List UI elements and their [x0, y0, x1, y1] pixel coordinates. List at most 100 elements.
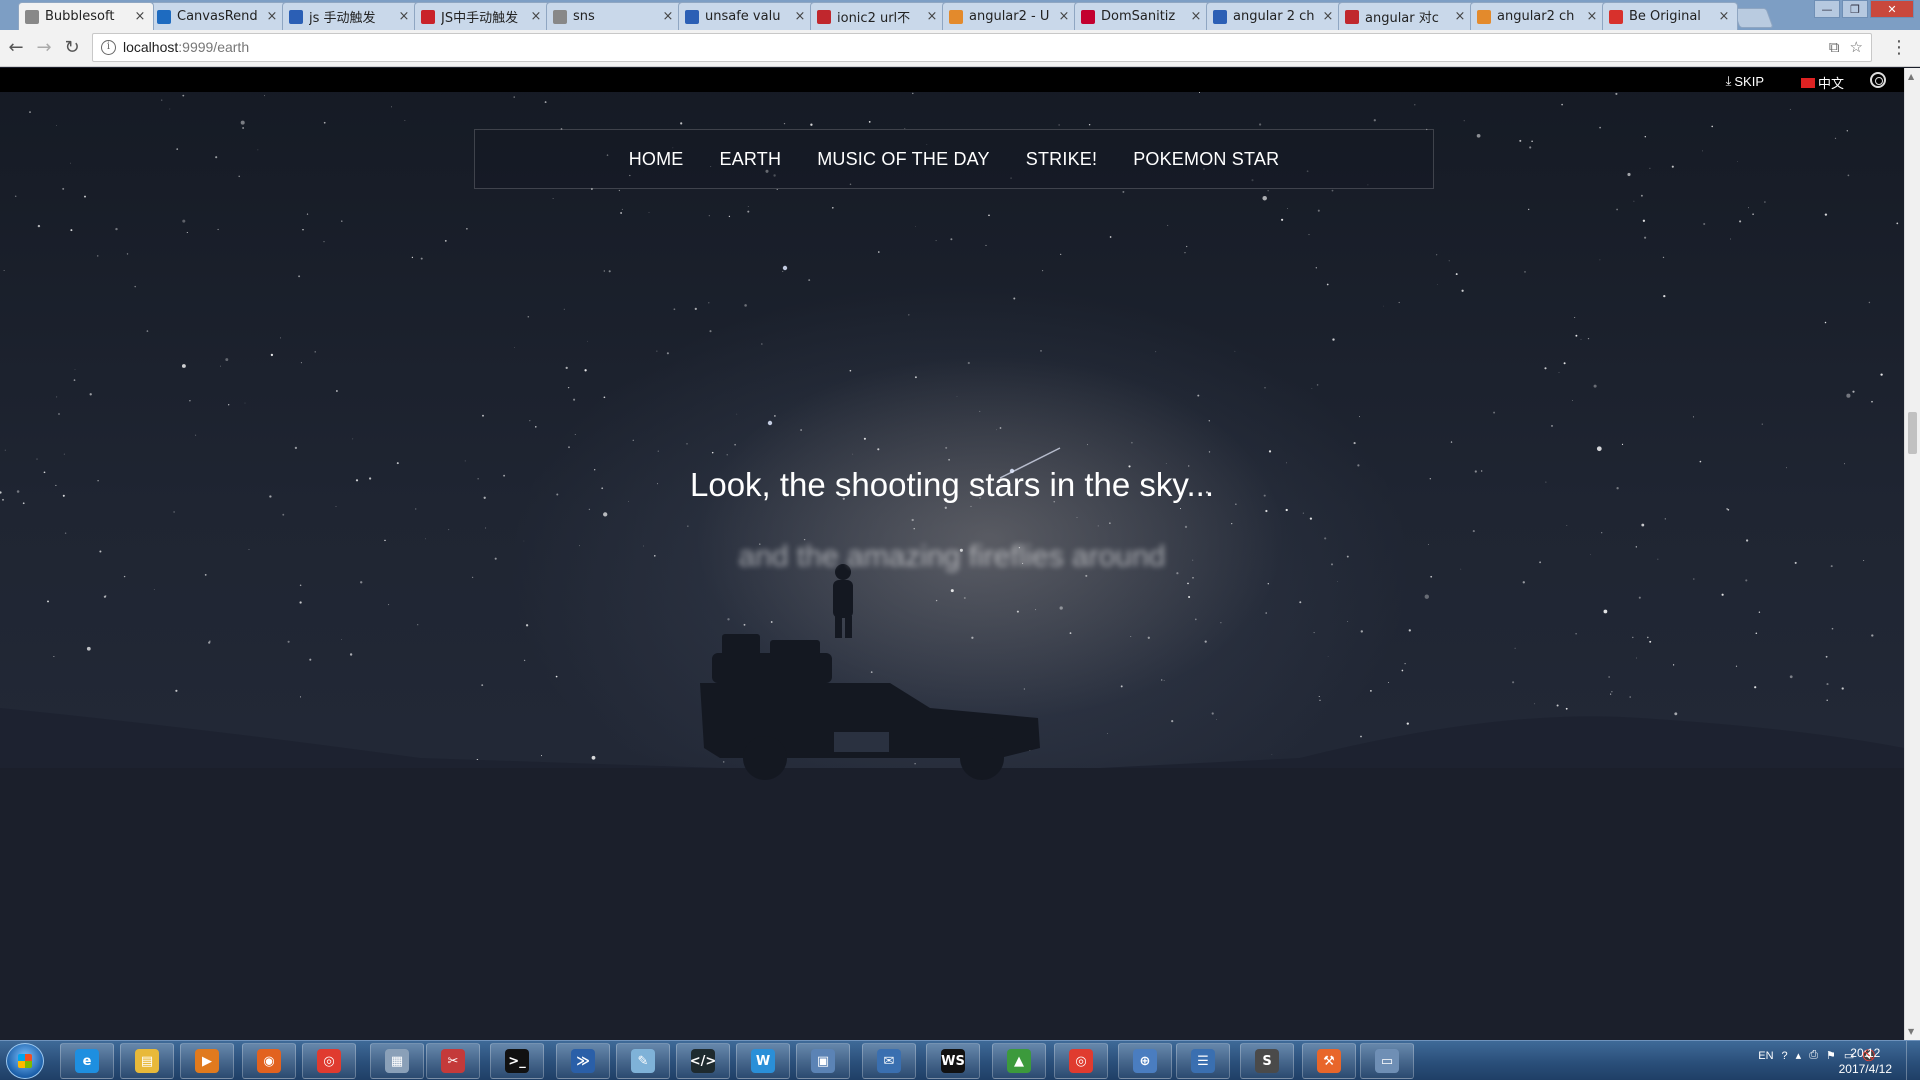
taskbar-notepad[interactable]: ✎	[616, 1043, 670, 1079]
taskbar-media-player[interactable]: ▶	[180, 1043, 234, 1079]
notepad-icon: ✎	[631, 1049, 655, 1073]
browser-tab[interactable]: angular2 ch ×	[1470, 2, 1606, 30]
start-button[interactable]	[6, 1043, 44, 1079]
maximize-button[interactable]: ❐	[1842, 0, 1868, 18]
browser-tab[interactable]: angular2 - U ×	[942, 2, 1078, 30]
browser-tab[interactable]: DomSanitiz ×	[1074, 2, 1210, 30]
forward-arrow-icon[interactable]: →	[34, 38, 54, 58]
nav-earth[interactable]: EARTH	[720, 149, 782, 170]
nav-strike[interactable]: STRIKE!	[1026, 149, 1097, 170]
printer-icon[interactable]: ⎙	[1809, 1049, 1818, 1062]
clock[interactable]: 20:12 2017/4/12	[1839, 1045, 1892, 1077]
taskbar-cmd[interactable]: >_	[490, 1043, 544, 1079]
taskbar-tool-orange[interactable]: ⚒	[1302, 1043, 1356, 1079]
tab-title: angular 2 ch	[1233, 9, 1315, 24]
taskbar-chrome-2[interactable]: ◎	[1054, 1043, 1108, 1079]
skip-button[interactable]: ⤓ SKIP	[1726, 73, 1764, 89]
ie-icon: e	[75, 1049, 99, 1073]
tab-close-icon[interactable]: ×	[1321, 9, 1335, 24]
hero-headline: Look, the shooting stars in the sky...	[689, 466, 1214, 503]
browser-tab[interactable]: angular 对c ×	[1338, 2, 1474, 30]
tab-close-icon[interactable]: ×	[1057, 9, 1071, 24]
taskbar-snipping-tool[interactable]: ✂	[426, 1043, 480, 1079]
powershell-icon: ≫	[571, 1049, 595, 1073]
browser-menu-icon[interactable]: ⋮	[1890, 37, 1908, 58]
tab-close-icon[interactable]: ×	[1453, 9, 1467, 24]
translate-icon[interactable]: ⧉	[1829, 38, 1840, 56]
taskbar-word-app[interactable]: W	[736, 1043, 790, 1079]
taskbar-remote-desktop[interactable]: ▣	[796, 1043, 850, 1079]
new-tab-button[interactable]	[1732, 8, 1774, 28]
reload-icon[interactable]: ↻	[62, 38, 82, 58]
taskbar-ie[interactable]: e	[60, 1043, 114, 1079]
taskbar-powershell[interactable]: ≫	[556, 1043, 610, 1079]
tab-close-icon[interactable]: ×	[793, 9, 807, 24]
nav-pokemon-star[interactable]: POKEMON STAR	[1133, 149, 1279, 170]
outlook-icon: ✉	[877, 1049, 901, 1073]
tab-close-icon[interactable]: ×	[1585, 9, 1599, 24]
show-desktop-button[interactable]	[1906, 1041, 1920, 1080]
bookmark-star-icon[interactable]: ☆	[1850, 38, 1863, 56]
tab-title: angular2 ch	[1497, 9, 1575, 24]
help-icon[interactable]: ?	[1782, 1050, 1788, 1062]
page-icon	[553, 9, 567, 24]
browser-tab[interactable]: Bubblesoft ×	[18, 2, 154, 30]
back-arrow-icon[interactable]: ←	[6, 38, 26, 58]
taskbar-messenger[interactable]: ☰	[1176, 1043, 1230, 1079]
taskbar-outlook[interactable]: ✉	[862, 1043, 916, 1079]
jeep-silhouette-icon	[700, 634, 1040, 780]
taskbar-calculator[interactable]: ▦	[370, 1043, 424, 1079]
site-topbar: ⤓ SKIP 中文	[0, 68, 1904, 92]
tab-close-icon[interactable]: ×	[397, 9, 411, 24]
browser-tab[interactable]: Be Original ×	[1602, 2, 1738, 30]
page-viewport: ⤓ SKIP 中文 HOME EARTH MUSIC OF THE DAY STR…	[0, 68, 1904, 1040]
tray-expand-icon[interactable]: ▴	[1796, 1049, 1802, 1062]
c-logo-icon	[817, 9, 831, 24]
taskbar-firefox[interactable]: ◉	[242, 1043, 296, 1079]
scroll-up-arrow-icon[interactable]: ▲	[1908, 72, 1914, 81]
tab-close-icon[interactable]: ×	[661, 9, 675, 24]
taskbar-explorer[interactable]: ▤	[120, 1043, 174, 1079]
flag-icon[interactable]: ⚑	[1826, 1049, 1836, 1062]
scroll-down-arrow-icon[interactable]: ▼	[1908, 1027, 1914, 1036]
info-icon[interactable]: i	[101, 40, 116, 55]
page-icon	[25, 9, 39, 24]
minimize-button[interactable]: —	[1814, 0, 1840, 18]
taskbar-webstorm[interactable]: WS	[926, 1043, 980, 1079]
taskbar-chart-app[interactable]: ▲	[992, 1043, 1046, 1079]
browser-tab[interactable]: angular 2 ch ×	[1206, 2, 1342, 30]
browser-tab[interactable]: sns ×	[546, 2, 682, 30]
tab-close-icon[interactable]: ×	[529, 9, 543, 24]
close-window-button[interactable]: ✕	[1870, 0, 1914, 18]
remote-desktop-icon: ▣	[811, 1049, 835, 1073]
address-bar[interactable]: i localhost:9999/earth ⧉ ☆	[92, 33, 1872, 62]
music-disc-icon[interactable]	[1870, 72, 1886, 88]
nav-music-of-the-day[interactable]: MUSIC OF THE DAY	[817, 149, 990, 170]
taskbar-chrome[interactable]: ◎	[302, 1043, 356, 1079]
tab-close-icon[interactable]: ×	[1717, 9, 1731, 24]
tab-title: Be Original	[1629, 9, 1701, 24]
browser-tab[interactable]: unsafe valu ×	[678, 2, 814, 30]
colorful-logo-icon	[421, 9, 435, 24]
language-switch[interactable]: 中文	[1800, 73, 1844, 92]
taskbar-monitor[interactable]: ▭	[1360, 1043, 1414, 1079]
input-language[interactable]: EN	[1758, 1050, 1773, 1062]
scroll-thumb[interactable]	[1908, 412, 1917, 454]
browser-tab[interactable]: JS中手动触发 ×	[414, 2, 550, 30]
tab-close-icon[interactable]: ×	[925, 9, 939, 24]
tab-close-icon[interactable]: ×	[265, 9, 279, 24]
taskbar-terminal[interactable]: </>	[676, 1043, 730, 1079]
page-scrollbar[interactable]: ▲ ▼	[1904, 68, 1920, 1040]
browser-tab[interactable]: CanvasRend ×	[150, 2, 286, 30]
tab-close-icon[interactable]: ×	[1189, 9, 1203, 24]
clock-time: 20:12	[1850, 1046, 1881, 1060]
nav-home[interactable]: HOME	[629, 149, 684, 170]
snipping-tool-icon: ✂	[441, 1049, 465, 1073]
browser-tab[interactable]: ionic2 url不 ×	[810, 2, 946, 30]
messenger-icon: ☰	[1191, 1049, 1215, 1073]
tab-close-icon[interactable]: ×	[133, 9, 147, 24]
taskbar-network[interactable]: ⊕	[1118, 1043, 1172, 1079]
browser-tab[interactable]: js 手动触发 ×	[282, 2, 418, 30]
url-text[interactable]: localhost:9999/earth	[123, 39, 249, 55]
taskbar-sublime[interactable]: S	[1240, 1043, 1294, 1079]
